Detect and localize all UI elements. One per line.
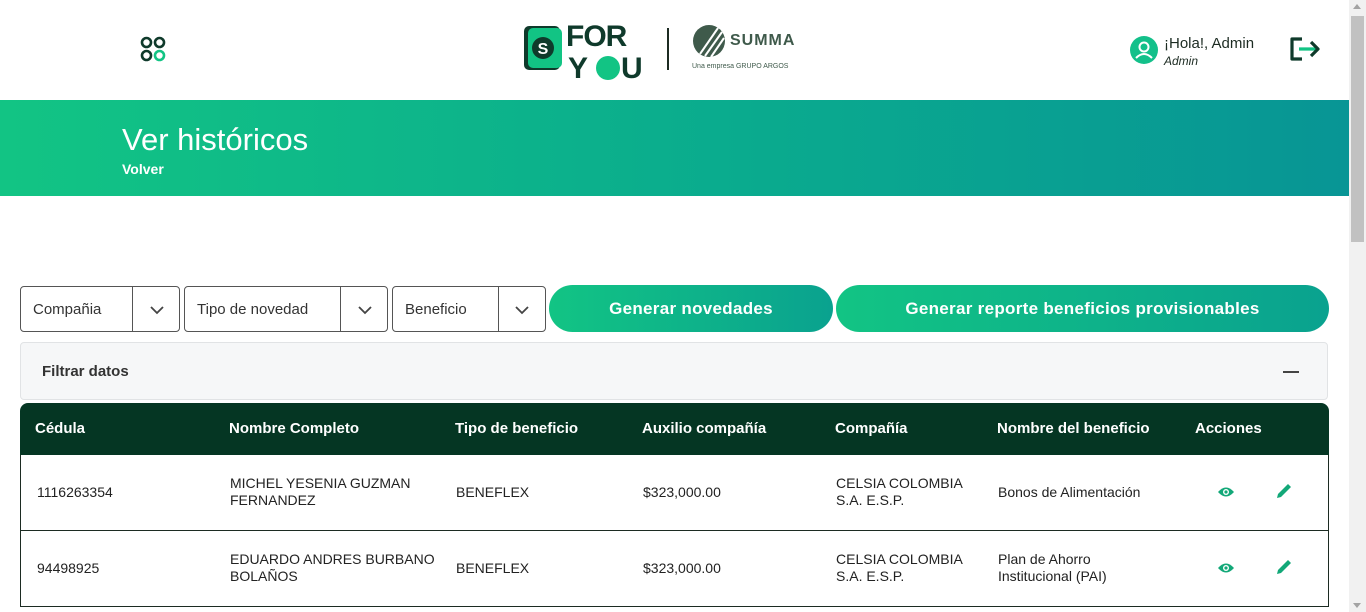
summa-logo: SUMMA Una empresa GRUPO ARGOS (690, 24, 800, 76)
cell-company-line1: CELSIA COLOMBIA (836, 475, 963, 491)
cell-company-aid: $323,000.00 (643, 560, 721, 576)
filter-panel[interactable]: Filtrar datos (20, 342, 1328, 400)
scroll-thumb[interactable] (1351, 16, 1364, 242)
logo-divider (667, 28, 669, 70)
svg-text:Y: Y (568, 52, 588, 82)
select-divider (498, 287, 499, 331)
cell-full-name-line2: FERNANDEZ (230, 492, 316, 508)
back-link[interactable]: Volver (122, 161, 164, 177)
history-table: Cédula Nombre Completo Tipo de beneficio… (20, 403, 1329, 607)
cell-benefit-type: BENEFLEX (456, 484, 530, 500)
cell-benefit-name-line1: Bonos de Alimentación (998, 484, 1141, 500)
cell-company: CELSIA COLOMBIA S.A. E.S.P. (836, 475, 963, 509)
cell-benefit-name: Bonos de Alimentación (998, 484, 1140, 501)
view-eye-icon[interactable] (1217, 561, 1235, 575)
chevron-down-icon[interactable] (356, 301, 374, 319)
select-divider (132, 287, 133, 331)
view-eye-icon[interactable] (1217, 485, 1235, 499)
benefit-select-label: Beneficio (405, 301, 467, 318)
user-role: Admin (1164, 54, 1199, 68)
benefit-select[interactable]: Beneficio (392, 286, 546, 332)
chevron-down-icon[interactable] (148, 301, 166, 319)
filter-panel-title: Filtrar datos (42, 363, 129, 380)
svg-text:S: S (538, 41, 549, 58)
edit-pencil-icon[interactable] (1275, 482, 1293, 500)
user-greeting: ¡Hola!, Admin (1164, 35, 1255, 52)
cell-company-line1: CELSIA COLOMBIA (836, 551, 963, 567)
chevron-down-icon[interactable] (513, 301, 531, 319)
apps-grid-icon[interactable] (140, 36, 166, 62)
avatar[interactable] (1130, 36, 1158, 64)
column-header-full-name[interactable]: Nombre Completo (229, 420, 359, 437)
top-bar: S FOR Y U SUMMA Una empresa GRUPO ARGOS … (0, 0, 1349, 100)
column-header-company[interactable]: Compañía (835, 420, 908, 437)
edit-pencil-icon[interactable] (1275, 558, 1293, 576)
cell-company-aid: $323,000.00 (643, 484, 721, 500)
svg-text:U: U (621, 52, 643, 82)
company-select-label: Compañia (33, 301, 102, 318)
generate-news-button[interactable]: Generar novedades (549, 285, 833, 332)
table-row: 1116263354 MICHEL YESENIA GUZMAN FERNAND… (20, 455, 1329, 531)
user-icon (1135, 41, 1153, 59)
cell-benefit-type: BENEFLEX (456, 560, 530, 576)
page-title: Ver históricos (122, 122, 309, 157)
column-header-benefit-name[interactable]: Nombre del beneficio (997, 420, 1150, 437)
column-header-benefit-type[interactable]: Tipo de beneficio (455, 420, 578, 437)
logout-icon[interactable] (1288, 36, 1322, 62)
cell-cedula: 1116263354 (37, 484, 113, 500)
cell-full-name: MICHEL YESENIA GUZMAN FERNANDEZ (230, 475, 410, 509)
column-header-actions: Acciones (1195, 420, 1262, 437)
summa-mark-icon (693, 25, 725, 58)
summa-subtext: Una empresa GRUPO ARGOS (692, 63, 789, 70)
novelty-type-select[interactable]: Tipo de novedad (184, 286, 388, 332)
cell-company: CELSIA COLOMBIA S.A. E.S.P. (836, 551, 963, 585)
table-header: Cédula Nombre Completo Tipo de beneficio… (20, 403, 1329, 455)
generate-report-button[interactable]: Generar reporte beneficios provisionable… (836, 285, 1329, 332)
scroll-down-arrow-icon[interactable] (1353, 603, 1361, 608)
user-block[interactable]: ¡Hola!, Admin Admin (1130, 34, 1270, 70)
novelty-type-select-label: Tipo de novedad (197, 301, 309, 318)
cell-company-line2: S.A. E.S.P. (836, 568, 905, 584)
cell-benefit-name: Plan de Ahorro Institucional (PAI) (998, 551, 1107, 585)
cell-benefit-name-line1: Plan de Ahorro (998, 551, 1091, 567)
select-divider (340, 287, 341, 331)
summa-wordmark: SUMMA (730, 32, 796, 49)
cell-cedula: 94498925 (37, 560, 100, 576)
column-header-company-aid[interactable]: Auxilio compañía (642, 420, 766, 437)
table-row: 94498925 EDUARDO ANDRES BURBANO BOLAÑOS … (20, 531, 1329, 607)
cell-full-name-line2: BOLAÑOS (230, 568, 298, 584)
svg-text:FOR: FOR (566, 20, 628, 53)
company-select[interactable]: Compañia (20, 286, 180, 332)
cell-full-name-line1: MICHEL YESENIA GUZMAN (230, 475, 411, 491)
cell-benefit-name-line2: Institucional (PAI) (998, 568, 1107, 584)
cell-company-line2: S.A. E.S.P. (836, 492, 905, 508)
scroll-up-arrow-icon[interactable] (1353, 4, 1361, 9)
foryou-logo[interactable]: S FOR Y U (522, 16, 648, 85)
cell-full-name: EDUARDO ANDRES BURBANO BOLAÑOS (230, 551, 435, 585)
vertical-scrollbar[interactable] (1349, 0, 1366, 612)
page-banner: Ver históricos Volver (0, 100, 1349, 196)
column-header-cedula[interactable]: Cédula (35, 420, 85, 437)
cell-full-name-line1: EDUARDO ANDRES BURBANO (230, 551, 435, 567)
collapse-icon[interactable] (1283, 371, 1299, 373)
